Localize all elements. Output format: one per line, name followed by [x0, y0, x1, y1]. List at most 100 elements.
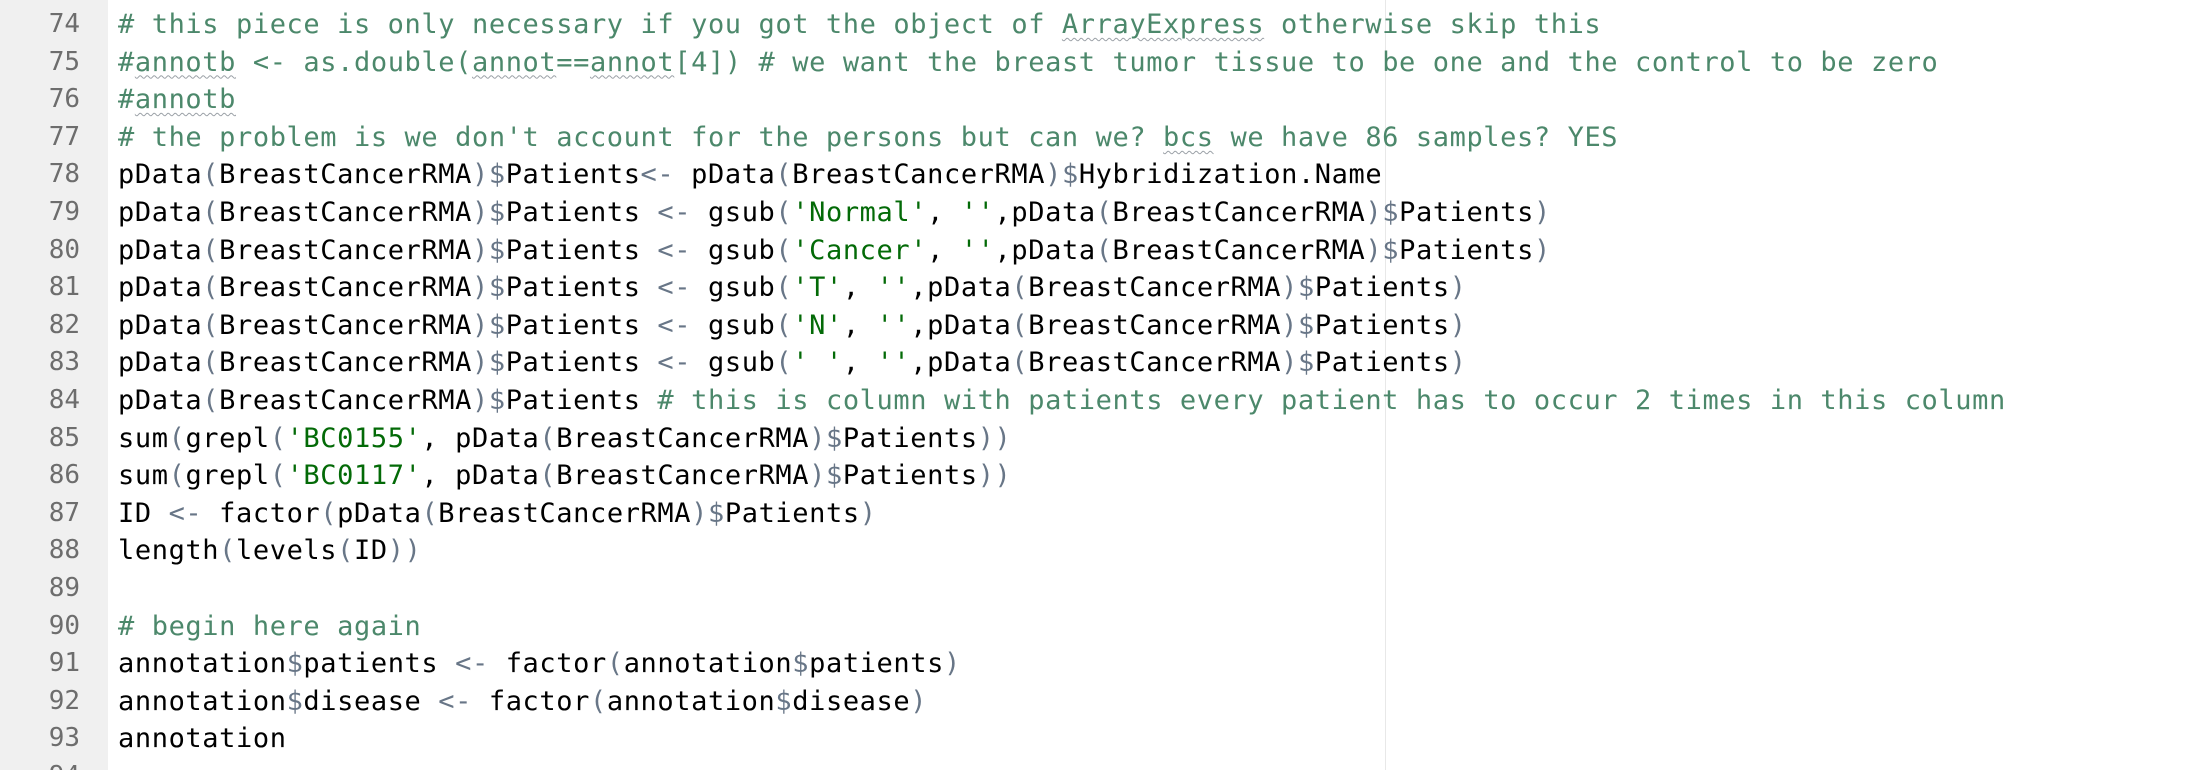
code-line[interactable]: 74 # this piece is only necessary if you … — [0, 6, 2194, 44]
code-token: BreastCancerRMA — [556, 460, 810, 492]
code-line[interactable]: 81 pData(BreastCancerRMA)$Patients <- gsu… — [0, 269, 2194, 307]
code-token-paren: ) — [471, 384, 489, 416]
code-token: ID — [118, 497, 169, 529]
code-token-comment: # this piece is only necessary if you go… — [118, 9, 1062, 40]
code-text[interactable]: length(levels(ID)) — [118, 532, 421, 570]
code-token-paren: ) — [1281, 272, 1298, 304]
line-number: 80 — [48, 234, 80, 265]
code-token: ,pData — [910, 272, 1012, 304]
code-text[interactable]: sum(grepl('BC0117', pData(BreastCancerRM… — [118, 457, 1011, 495]
code-token: disease — [303, 685, 439, 717]
code-token-op: <- — [438, 685, 472, 717]
code-line[interactable]: 75 #annotb <- as.double(annot==annot[4]) … — [0, 44, 2194, 82]
code-token-paren: ) — [1365, 196, 1383, 228]
code-text[interactable]: # begin here again — [118, 608, 421, 646]
code-token: pData — [118, 159, 203, 191]
code-text[interactable]: annotation$patients <- factor(annotation… — [118, 645, 961, 683]
code-token: Patients — [1314, 272, 1450, 304]
code-token-paren: ( — [269, 422, 287, 454]
code-token-paren: ( — [219, 535, 236, 567]
code-token-op: $ — [708, 497, 725, 529]
code-line[interactable]: 94 — [0, 758, 2194, 770]
code-text[interactable]: pData(BreastCancerRMA)$Patients <- gsub(… — [118, 307, 1467, 345]
code-token-op: $ — [1297, 309, 1315, 341]
code-line[interactable]: 91 annotation$patients <- factor(annotati… — [0, 645, 2194, 683]
code-token: patients — [303, 648, 456, 680]
code-text[interactable]: pData(BreastCancerRMA)$Patients <- gsub(… — [118, 269, 1467, 307]
code-token: gsub — [691, 234, 776, 266]
code-token: BreastCancerRMA — [438, 497, 692, 529]
code-token-paren: ( — [202, 196, 220, 228]
code-token: BreastCancerRMA — [1112, 196, 1366, 228]
line-number: 76 — [48, 84, 80, 115]
code-token-paren: ) — [471, 159, 489, 191]
code-token: BreastCancerRMA — [1028, 309, 1282, 341]
code-token: annotation — [623, 648, 793, 680]
code-line[interactable]: 84 pData(BreastCancerRMA)$Patients # this… — [0, 382, 2194, 420]
code-token: Patients — [842, 460, 978, 492]
code-token: annotation — [606, 685, 776, 717]
code-token-paren: ( — [589, 685, 607, 717]
code-token-paren: ) — [1281, 347, 1298, 379]
code-token-string: '' — [960, 234, 995, 266]
code-line[interactable]: 79 pData(BreastCancerRMA)$Patients <- gsu… — [0, 194, 2194, 232]
code-text[interactable]: pData(BreastCancerRMA)$Patients <- gsub(… — [118, 194, 1551, 232]
code-token-paren: ) — [1533, 234, 1551, 266]
code-line[interactable]: 90 # begin here again — [0, 608, 2194, 646]
code-text[interactable]: sum(grepl('BC0155', pData(BreastCancerRM… — [118, 420, 1011, 458]
code-line[interactable]: 89 — [0, 570, 2194, 608]
code-text[interactable]: pData(BreastCancerRMA)$Patients # this i… — [118, 382, 2006, 420]
code-line[interactable]: 78 pData(BreastCancerRMA)$Patients<- pDat… — [0, 156, 2194, 194]
code-line[interactable]: 86 sum(grepl('BC0117', pData(BreastCancer… — [0, 457, 2194, 495]
code-token: BreastCancerRMA — [556, 422, 810, 454]
code-line[interactable]: 76 #annotb — [0, 81, 2194, 119]
code-token: BreastCancerRMA — [219, 272, 472, 304]
code-editor[interactable]: 74 # this piece is only necessary if you … — [0, 0, 2194, 770]
code-text[interactable]: #annotb <- as.double(annot==annot[4]) # … — [118, 44, 1938, 82]
code-text[interactable]: ID <- factor(pData(BreastCancerRMA)$Pati… — [118, 495, 877, 533]
line-number: 88 — [48, 535, 80, 566]
code-token-op: $ — [488, 309, 506, 341]
code-text[interactable]: # the problem is we don't account for th… — [118, 119, 1618, 157]
code-line[interactable]: 83 pData(BreastCancerRMA)$Patients <- gsu… — [0, 344, 2194, 382]
line-number: 85 — [48, 422, 80, 453]
code-text[interactable]: annotation — [118, 720, 287, 758]
code-token: pData — [118, 234, 203, 266]
code-line[interactable]: 87 ID <- factor(pData(BreastCancerRMA)$Pa… — [0, 495, 2194, 533]
code-text[interactable]: # this piece is only necessary if you go… — [118, 6, 1601, 44]
code-line[interactable]: 88 length(levels(ID)) — [0, 532, 2194, 570]
code-token: Patients — [505, 159, 641, 191]
code-text[interactable]: pData(BreastCancerRMA)$Patients <- gsub(… — [118, 344, 1467, 382]
code-token: Patients — [505, 196, 658, 228]
code-text[interactable]: pData(BreastCancerRMA)$Patients <- gsub(… — [118, 232, 1551, 270]
code-token: factor — [202, 497, 321, 529]
code-line[interactable]: 80 pData(BreastCancerRMA)$Patients <- gsu… — [0, 232, 2194, 270]
code-text[interactable]: annotation$disease <- factor(annotation$… — [118, 683, 927, 721]
code-token-paren: ( — [606, 648, 624, 680]
code-line[interactable]: 93 annotation — [0, 720, 2194, 758]
code-token: Patients — [505, 272, 658, 304]
code-lines[interactable]: 74 # this piece is only necessary if you … — [0, 6, 2194, 770]
line-number: 82 — [48, 309, 80, 340]
code-line[interactable]: 77 # the problem is we don't account for … — [0, 119, 2194, 157]
code-token: , pData — [421, 422, 540, 454]
code-token: BreastCancerRMA — [219, 159, 472, 191]
code-token-paren: ) — [471, 196, 489, 228]
code-line[interactable]: 85 sum(grepl('BC0155', pData(BreastCancer… — [0, 420, 2194, 458]
code-token-comment: # this is column with patients every pat… — [657, 384, 2006, 416]
code-token: gsub — [691, 196, 776, 228]
code-token-paren: ( — [269, 460, 287, 492]
code-token: grepl — [185, 460, 270, 492]
code-text[interactable]: pData(BreastCancerRMA)$Patients<- pData(… — [118, 156, 1382, 194]
code-token-paren: ( — [202, 384, 220, 416]
code-token-paren: ( — [1095, 196, 1113, 228]
code-token-op: <- — [168, 497, 203, 529]
code-token-paren: ) — [809, 460, 826, 492]
code-token: BreastCancerRMA — [219, 309, 472, 341]
code-line[interactable]: 82 pData(BreastCancerRMA)$Patients <- gsu… — [0, 307, 2194, 345]
code-token: ,pData — [994, 196, 1096, 228]
code-token: disease — [792, 685, 911, 717]
code-text[interactable]: #annotb — [118, 81, 236, 119]
code-token: Hybridization.Name — [1078, 159, 1383, 191]
code-line[interactable]: 92 annotation$disease <- factor(annotatio… — [0, 683, 2194, 721]
